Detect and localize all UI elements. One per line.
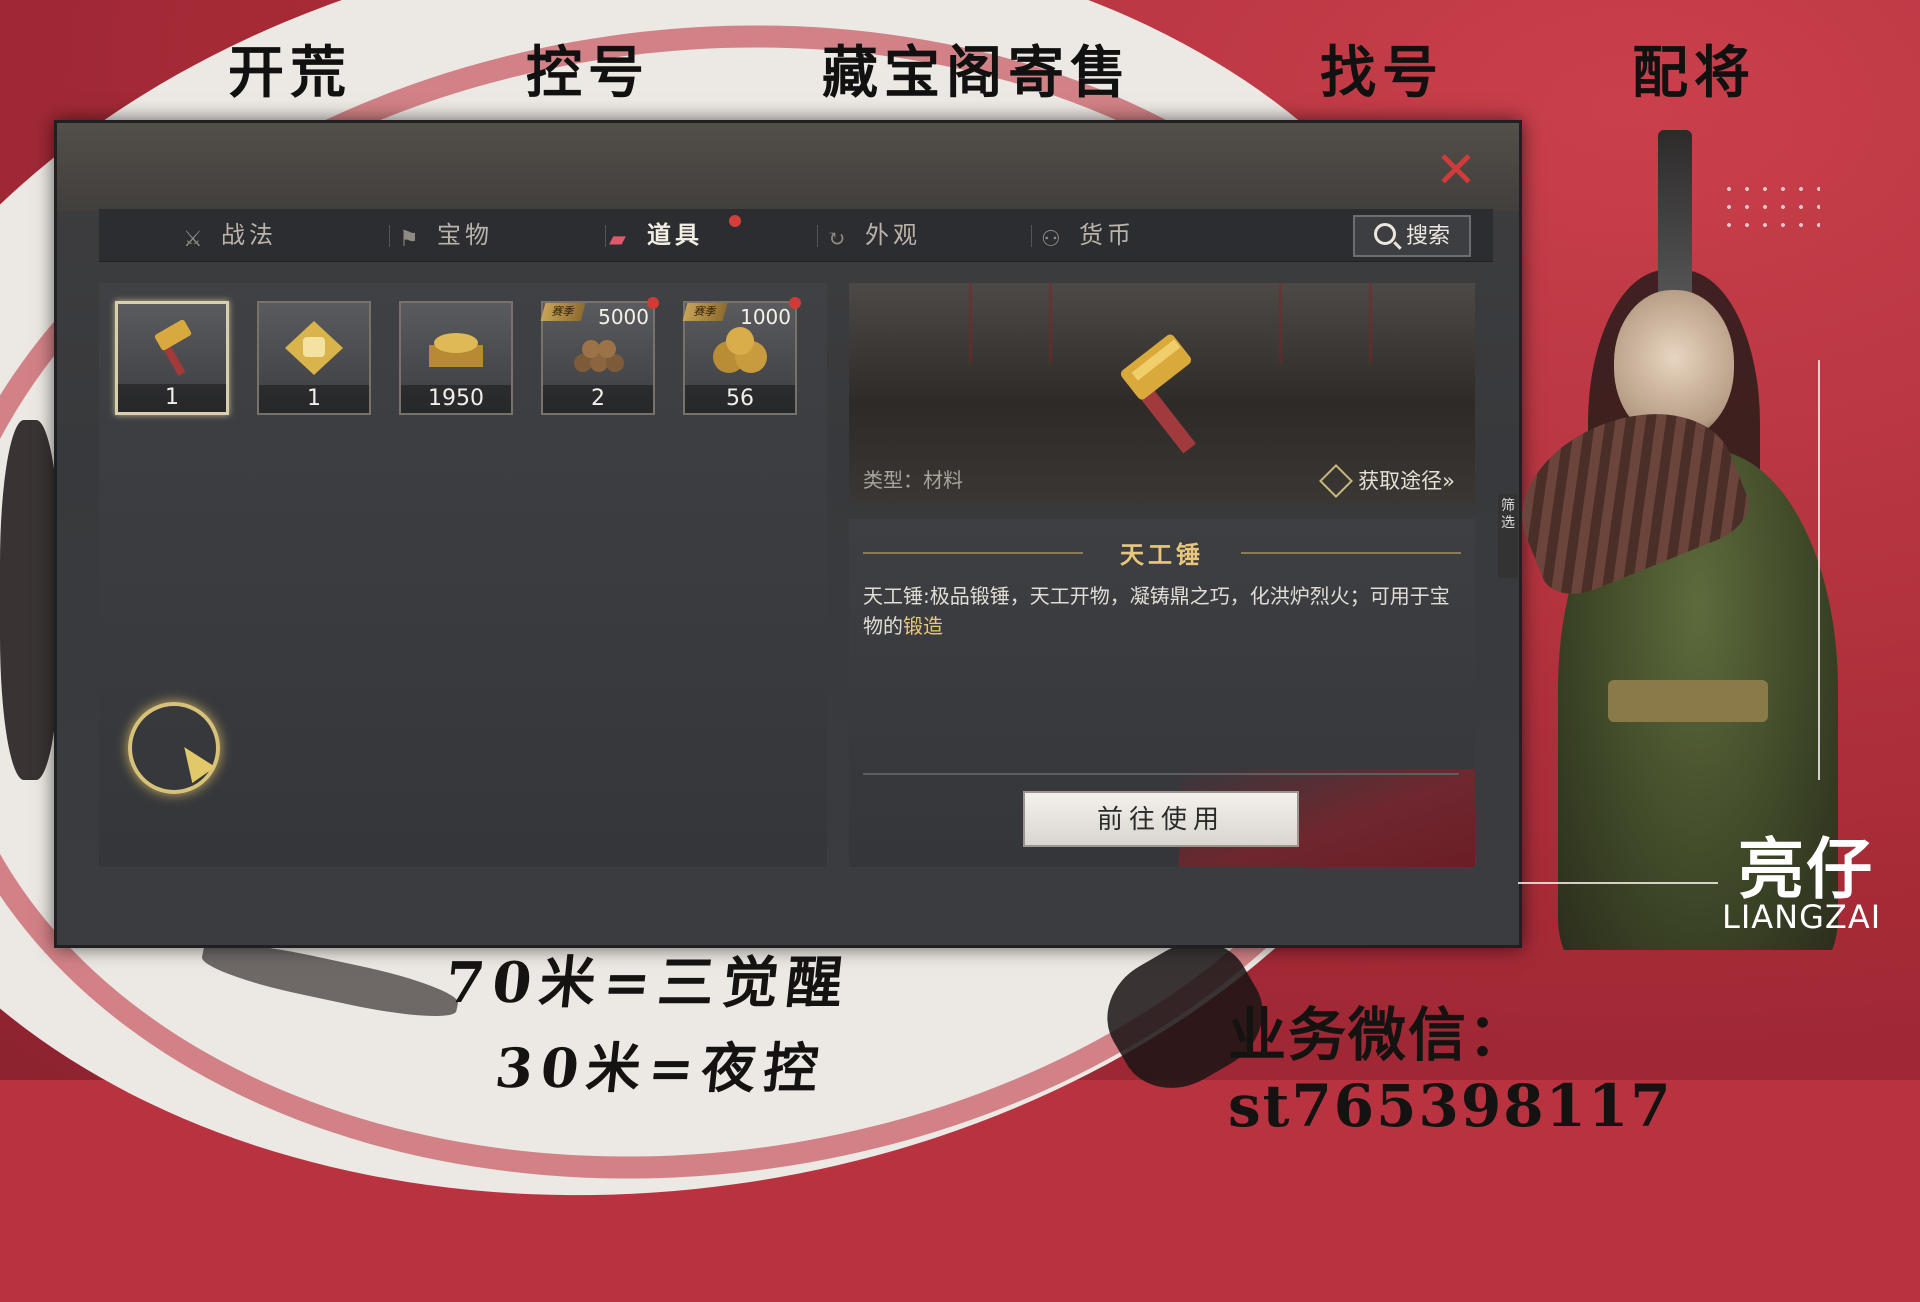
decor-dot-grid [1720, 180, 1820, 240]
tab-label: 外观 [865, 221, 921, 249]
tab-appearance[interactable]: ↻ 外观 [827, 209, 921, 261]
tab-label: 宝物 [437, 221, 493, 249]
frame-line [1818, 360, 1820, 780]
inventory-slot[interactable]: 1 [257, 301, 371, 415]
new-badge-dot [789, 297, 801, 309]
contact-wechat: 业务微信：st765398117 [1228, 1001, 1673, 1140]
character-crown [1658, 130, 1692, 300]
description-highlight: 锻造 [903, 614, 943, 638]
item-detail-panel: 天工锤 天工锤:极品锻锤，天工开物，凝铸鼎之巧，化洪炉烈火；可用于宝物的锻造 前… [849, 519, 1475, 867]
slot-limit: 5000 [598, 305, 649, 329]
tab-divider [605, 225, 606, 247]
decor-stripe [1049, 283, 1052, 363]
slot-quantity: 56 [685, 385, 795, 413]
character-belt [1608, 680, 1768, 722]
frame-line [1518, 882, 1718, 884]
inventory-slot[interactable]: 赛季 1000 56 [682, 297, 801, 415]
tab-bar: ⚔ 战法 ⚑ 宝物 ▰ 道具 ↻ 外观 ⚇ 货币 搜索 [99, 209, 1493, 262]
tab-currency[interactable]: ⚇ 货币 [1041, 209, 1135, 261]
decor-stripe [969, 283, 972, 363]
inventory-slot[interactable]: 赛季 5000 2 [540, 297, 659, 415]
divider [863, 773, 1459, 775]
tab-badge-dot [729, 215, 741, 227]
item-name: 天工锤 [1120, 540, 1204, 569]
tactics-icon: ⚔ [183, 227, 207, 252]
inventory-panel: 1 1 1950 赛季 5000 2 赛季 1000 56 [99, 283, 827, 867]
slot-quantity: 1950 [401, 385, 511, 413]
banner-item: 藏宝阁寄售 [822, 40, 1132, 106]
item-type-label: 类型：材料 [863, 468, 963, 492]
tab-items[interactable]: ▰ 道具 [609, 209, 703, 261]
currency-icon: ⚇ [1041, 227, 1065, 252]
inventory-slot[interactable]: 1 [115, 301, 229, 415]
tab-label: 货币 [1079, 221, 1135, 249]
decor-stripe [1369, 283, 1372, 363]
tab-label: 道具 [647, 220, 703, 249]
window-header [57, 123, 1519, 211]
ad-line: 70米=三觉醒 [442, 950, 854, 1016]
inventory-window: ✕ ⚔ 战法 ⚑ 宝物 ▰ 道具 ↻ 外观 ⚇ 货币 搜索 1 1 1950 赛… [54, 120, 1522, 948]
gold-chest-icon [429, 333, 483, 367]
ad-line: 30米=夜控 [492, 1036, 830, 1100]
slot-quantity: 1 [259, 385, 369, 413]
tab-divider [817, 225, 818, 247]
season-tag: 赛季 [540, 303, 586, 321]
tab-treasure[interactable]: ⚑ 宝物 [399, 209, 493, 261]
top-banner: 开荒 控号 藏宝阁寄售 找号 配将 [0, 18, 1920, 108]
slot-quantity: 2 [543, 385, 653, 413]
banner-item: 开荒 [228, 40, 352, 106]
tab-divider [389, 225, 390, 247]
item-icon: ▰ [609, 226, 630, 252]
acquire-route-link[interactable]: 获取途径» [1319, 464, 1455, 498]
season-tag: 赛季 [682, 303, 728, 321]
tab-divider [1031, 225, 1032, 247]
search-icon [1373, 223, 1396, 245]
item-preview: 类型：材料 获取途径» [849, 283, 1475, 505]
close-button[interactable]: ✕ [1431, 145, 1481, 195]
banner-item: 控号 [526, 40, 650, 106]
inventory-slot[interactable]: 1950 [399, 301, 513, 415]
gold-scroll-icon [285, 321, 343, 375]
tab-label: 战法 [221, 221, 277, 249]
search-label: 搜索 [1405, 224, 1450, 249]
filter-button[interactable]: 筛选 [1498, 494, 1518, 578]
new-badge-dot [647, 297, 659, 309]
hammer-icon [1120, 334, 1196, 454]
item-name-row: 天工锤 [863, 535, 1461, 571]
acquire-route-label: 获取途径» [1358, 469, 1455, 493]
search-button[interactable]: 搜索 [1353, 215, 1471, 257]
slot-quantity: 1 [118, 384, 226, 412]
appearance-icon: ↻ [827, 227, 850, 252]
hammer-icon [154, 320, 192, 376]
item-description: 天工锤:极品锻锤，天工开物，凝铸鼎之巧，化洪炉烈火；可用于宝物的锻造 [863, 581, 1453, 641]
description-text: 天工锤:极品锻锤，天工开物，凝铸鼎之巧，化洪炉烈火；可用于宝物的 [863, 584, 1450, 638]
treasure-icon: ⚑ [399, 227, 423, 252]
decor-stripe [1279, 283, 1282, 363]
ink-brush-stroke [0, 420, 60, 780]
banner-item: 配将 [1632, 40, 1756, 106]
watermark-signature-en: LIANGZAI [1722, 898, 1882, 936]
slot-limit: 1000 [740, 305, 791, 329]
go-use-button[interactable]: 前往使用 [1023, 791, 1299, 847]
touch-indicator-ring [128, 702, 220, 794]
tab-tactics[interactable]: ⚔ 战法 [183, 209, 277, 261]
route-icon [1319, 464, 1354, 498]
banner-item: 找号 [1320, 40, 1444, 106]
